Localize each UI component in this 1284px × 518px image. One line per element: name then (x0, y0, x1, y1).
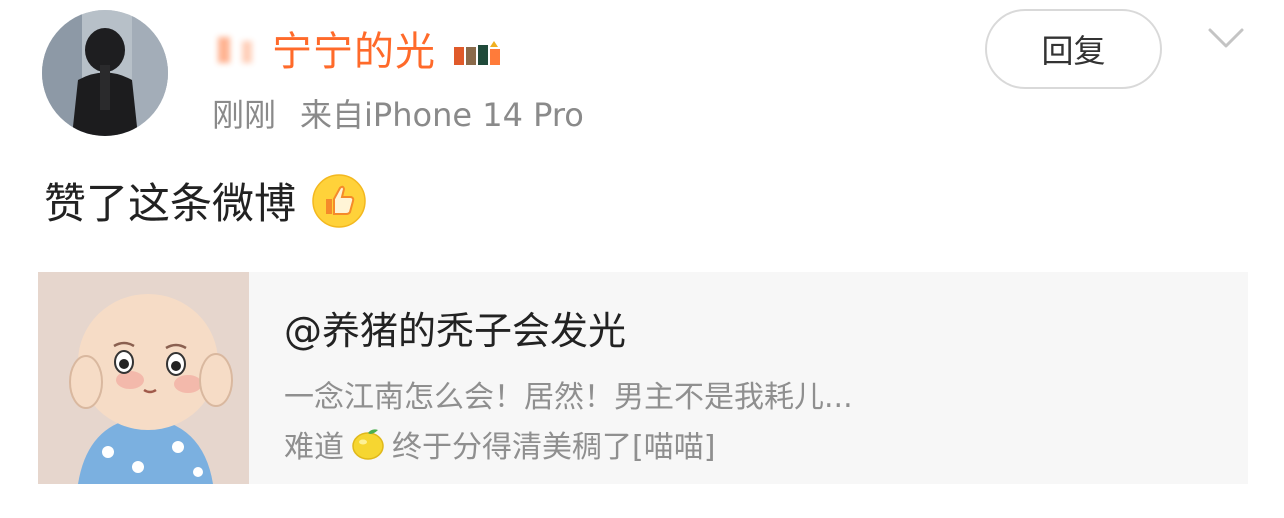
post-time: 刚刚 (212, 96, 277, 134)
quoted-text-part-1: 难道 (284, 430, 344, 465)
quoted-author[interactable]: @养猪的秃子会发光 (284, 300, 626, 355)
thumbs-up-icon (312, 173, 366, 228)
quoted-text-part-2: 终于分得清美稠了[喵喵] (392, 430, 716, 465)
post-meta: 刚刚 来自iPhone 14 Pro (212, 90, 584, 136)
weibo-comment: 宁宁的光 刚刚 来自iPhone 14 Pro 回复 赞了这条微博 @养猪的秃子… (0, 0, 1284, 518)
reply-button[interactable]: 回复 (985, 9, 1162, 89)
avatar-photo (42, 10, 168, 136)
action-text: 赞了这条微博 (44, 179, 297, 228)
user-avatar[interactable] (42, 10, 168, 136)
username-text: 宁宁的光 (272, 29, 436, 75)
username[interactable]: 宁宁的光 (212, 20, 500, 76)
lemon-icon (352, 429, 384, 460)
quoted-text-line-2: 难道 终于分得清美稠了[喵喵] (284, 422, 715, 466)
name-obscured-prefix (212, 31, 272, 65)
quoted-post-card[interactable]: @养猪的秃子会发光 一念江南怎么会！居然！男主不是我耗儿... 难道 终于分得清… (38, 272, 1248, 484)
action-line: 赞了这条微博 (44, 170, 366, 231)
quoted-post-thumbnail (38, 272, 249, 484)
post-source: 来自iPhone 14 Pro (300, 96, 584, 134)
quoted-text-line-1: 一念江南怎么会！居然！男主不是我耗儿... (284, 380, 853, 415)
chevron-down-icon[interactable] (1206, 24, 1246, 52)
vip-badge-icon (454, 33, 500, 65)
